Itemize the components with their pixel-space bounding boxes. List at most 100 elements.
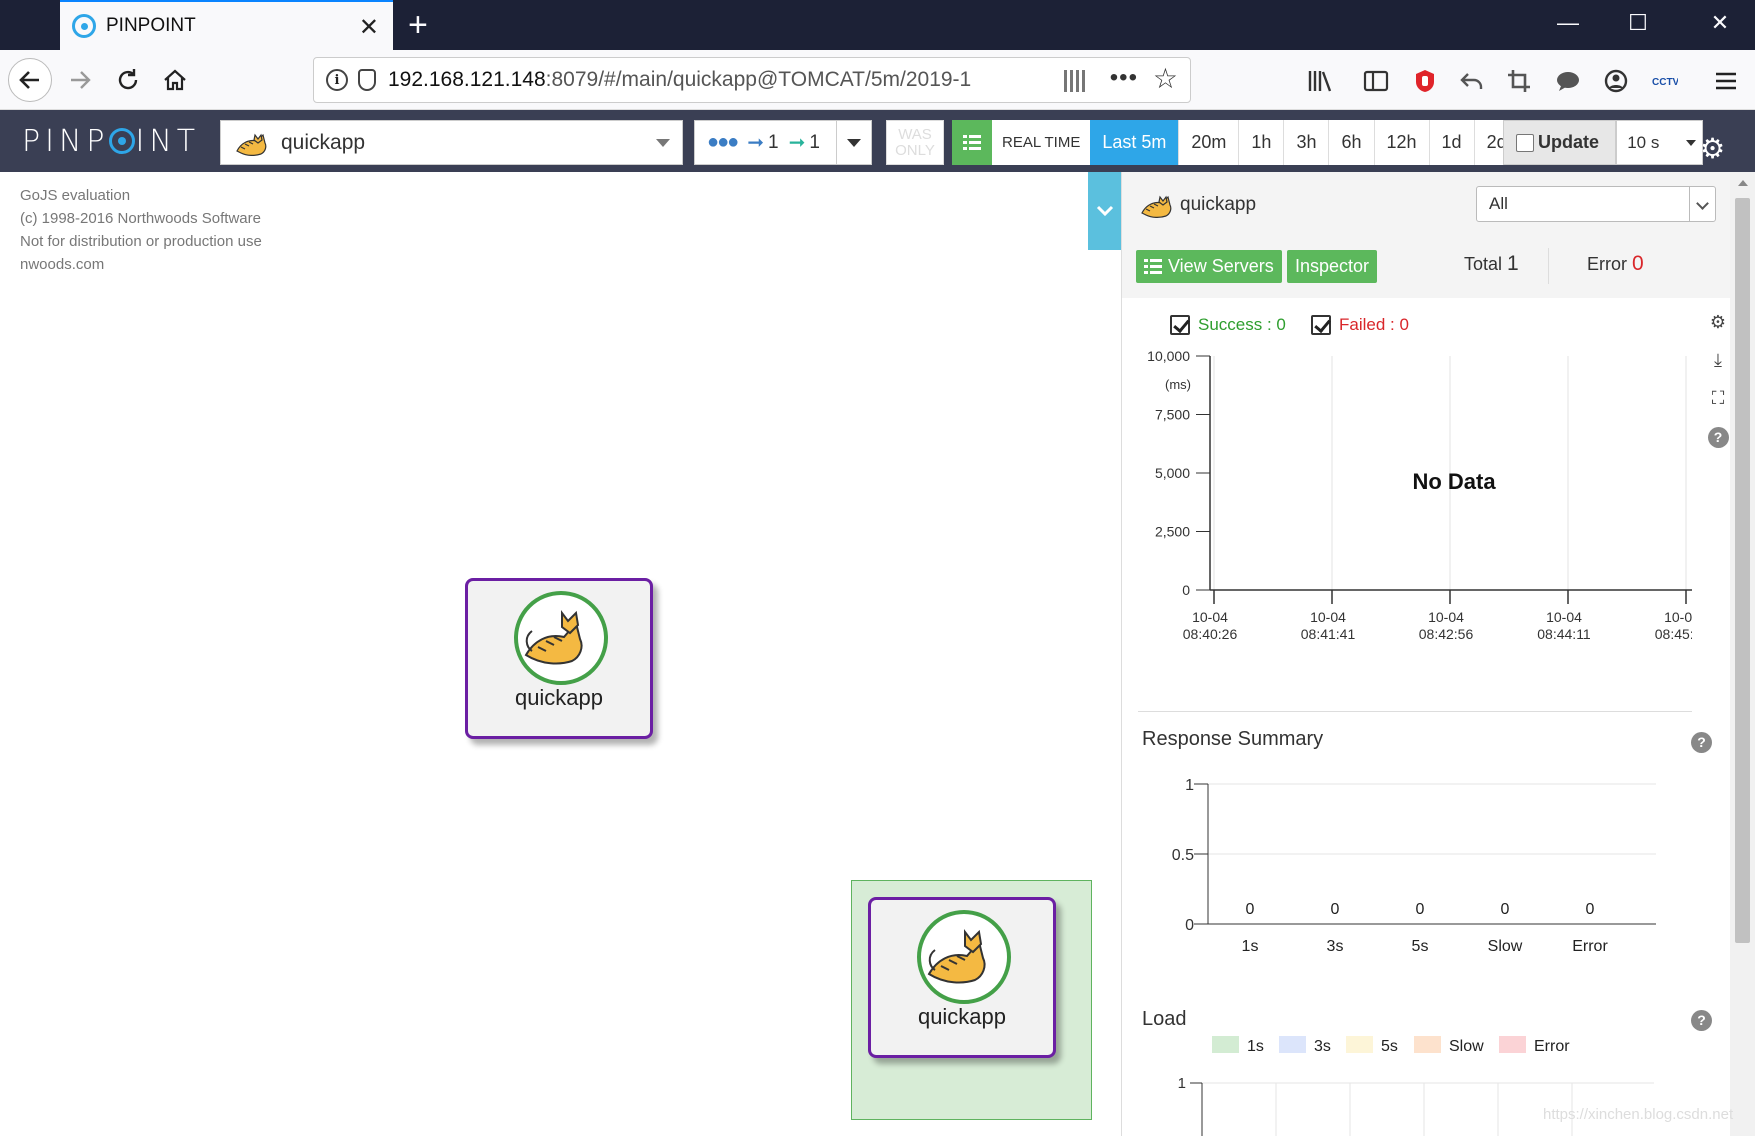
- update-checkbox[interactable]: [1516, 133, 1534, 152]
- pinpoint-logo[interactable]: PINP INT: [22, 124, 200, 159]
- browser-tab[interactable]: PINPOINT ✕: [60, 0, 393, 50]
- time-range-6h[interactable]: 6h: [1329, 120, 1375, 165]
- time-range-buttons: Last 5m 20m 1h 3h 6h 12h 1d 2d: [1090, 120, 1520, 165]
- download-icon[interactable]: ⤓: [1706, 350, 1730, 388]
- inspector-button[interactable]: Inspector: [1287, 250, 1378, 283]
- chevron-down-icon: [1689, 187, 1715, 221]
- update-label: Update: [1538, 132, 1600, 152]
- view-servers-button[interactable]: View Servers: [1136, 250, 1282, 283]
- agent-filter-select[interactable]: All: [1476, 186, 1716, 222]
- chevron-down-icon: [656, 139, 670, 147]
- y-tick-label: 5,000: [1155, 465, 1190, 481]
- site-info-icon[interactable]: i: [326, 69, 348, 91]
- window-maximize-button[interactable]: ☐: [1618, 10, 1658, 36]
- chevron-down-icon: [1686, 140, 1696, 146]
- error-count: Error 0: [1587, 252, 1644, 275]
- x-tick-date: 10-04: [1546, 609, 1582, 625]
- watermark: https://xinchen.blog.csdn.net: [1543, 1106, 1734, 1123]
- tab-title: PINPOINT: [106, 15, 196, 36]
- tomcat-icon: [1141, 195, 1172, 218]
- map-node-quickapp[interactable]: quickapp: [465, 578, 653, 739]
- library-icon[interactable]: [1303, 64, 1337, 98]
- back-button[interactable]: [8, 58, 52, 102]
- undo-icon[interactable]: [1455, 64, 1489, 98]
- load-title: Load: [1142, 1008, 1187, 1030]
- time-range-20m[interactable]: 20m: [1179, 120, 1240, 165]
- collapse-panel-button[interactable]: [1088, 172, 1122, 250]
- url-text[interactable]: 192.168.121.148:8079/#/main/quickapp@TOM…: [388, 68, 1028, 92]
- time-range-1h[interactable]: 1h: [1239, 120, 1285, 165]
- response-summary-chart: 1 0.5 0 0 1s 0 3s 0 5s 0 Slow 0 Error: [1172, 777, 1656, 955]
- scatter-settings-gear-icon[interactable]: ⚙: [1706, 312, 1730, 350]
- fullscreen-icon[interactable]: ⛶: [1706, 388, 1730, 426]
- update-toggle[interactable]: Update: [1503, 120, 1617, 165]
- x-tick-time: 08:40:26: [1183, 626, 1238, 642]
- time-range-toolbar: REAL TIME Last 5m 20m 1h 3h 6h 12h 1d 2d: [952, 120, 1520, 165]
- y-tick-label: 2,500: [1155, 524, 1190, 540]
- panel-scrollbar[interactable]: [1730, 172, 1755, 1136]
- tomcat-icon: [917, 910, 1011, 1004]
- pinpoint-navbar: PINP INT quickapp ●●● ➞ 1 ➞ 1 WAS ONLY RE…: [0, 110, 1755, 172]
- new-tab-button[interactable]: +: [408, 6, 428, 45]
- response-summary-help-icon[interactable]: ?: [1691, 732, 1712, 753]
- bar-value-label: 0: [1331, 901, 1340, 918]
- browser-toolbar: i 192.168.121.148:8079/#/main/quickapp@T…: [0, 50, 1755, 110]
- window-close-button[interactable]: ✕: [1700, 10, 1740, 36]
- time-range-1d[interactable]: 1d: [1429, 120, 1475, 165]
- update-interval-select[interactable]: 10 s: [1616, 120, 1703, 165]
- page-actions-icon[interactable]: •••: [1110, 64, 1138, 92]
- inbound-depth-value: 1: [768, 131, 779, 153]
- response-time-scatter-chart[interactable]: 10,000(ms)7,5005,0002,500010-0408:40:261…: [1132, 350, 1692, 680]
- success-filter-checkbox[interactable]: Success : 0: [1170, 315, 1286, 335]
- qr-code-icon[interactable]: [1064, 70, 1086, 92]
- node-depth-icon: ●●●: [707, 131, 739, 153]
- chevron-down-icon[interactable]: [847, 139, 861, 147]
- application-selector[interactable]: quickapp: [220, 120, 683, 165]
- settings-gear-icon[interactable]: ⚙: [1700, 132, 1725, 165]
- svg-text:CCTV: CCTV: [1652, 77, 1678, 88]
- time-range-3h[interactable]: 3h: [1284, 120, 1330, 165]
- home-button[interactable]: [155, 60, 195, 100]
- hamburger-menu-icon[interactable]: [1709, 64, 1743, 98]
- category-label: 1s: [1242, 938, 1259, 955]
- realtime-button[interactable]: REAL TIME: [992, 120, 1090, 165]
- scroll-thumb[interactable]: [1735, 198, 1750, 943]
- search-depth-selector[interactable]: ●●● ➞ 1 ➞ 1: [694, 120, 872, 165]
- tab-close-icon[interactable]: ✕: [359, 13, 379, 42]
- bar-value-label: 0: [1586, 901, 1595, 918]
- outbound-depth-value: 1: [809, 131, 820, 153]
- chat-icon[interactable]: [1551, 64, 1585, 98]
- crop-screenshot-icon[interactable]: [1502, 64, 1536, 98]
- reload-button[interactable]: [108, 60, 148, 100]
- sidebar-toggle-icon[interactable]: [1359, 64, 1393, 98]
- address-bar[interactable]: i 192.168.121.148:8079/#/main/quickapp@T…: [313, 57, 1191, 103]
- scatter-tools: ⚙ ⤓ ⛶ ?: [1706, 312, 1730, 464]
- gojs-evaluation-notice: GoJS evaluation (c) 1998-2016 Northwoods…: [20, 187, 262, 273]
- was-only-toggle[interactable]: WAS ONLY: [886, 120, 944, 165]
- outbound-arrow-icon: ➞: [788, 132, 806, 154]
- load-help-icon[interactable]: ?: [1691, 1010, 1712, 1031]
- window-minimize-button[interactable]: —: [1548, 10, 1588, 36]
- scatter-help-icon[interactable]: ?: [1706, 426, 1730, 464]
- legend-swatch: [1346, 1036, 1373, 1053]
- y-tick-label: 0: [1185, 917, 1194, 934]
- scroll-up-icon[interactable]: [1738, 180, 1748, 186]
- time-range-12h[interactable]: 12h: [1374, 120, 1430, 165]
- map-node-quickapp-selected[interactable]: quickapp: [868, 897, 1056, 1058]
- x-tick-date: 10-04: [1664, 609, 1692, 625]
- category-label: 5s: [1412, 938, 1429, 955]
- x-tick-date: 10-04: [1192, 609, 1228, 625]
- account-icon[interactable]: [1599, 64, 1633, 98]
- list-view-button[interactable]: [952, 120, 992, 165]
- category-label: 3s: [1327, 938, 1344, 955]
- legend-label: 1s: [1247, 1038, 1264, 1055]
- time-range-last-5m[interactable]: Last 5m: [1090, 120, 1180, 165]
- tracking-shield-icon[interactable]: [358, 69, 376, 91]
- failed-filter-checkbox[interactable]: Failed : 0: [1311, 315, 1409, 335]
- cctv-extension-icon[interactable]: CCTV: [1648, 64, 1682, 98]
- bar-value-label: 0: [1501, 901, 1510, 918]
- forward-button[interactable]: [60, 60, 100, 100]
- back-arrow-icon: [19, 71, 39, 89]
- bookmark-star-icon[interactable]: ☆: [1153, 62, 1178, 95]
- ublock-icon[interactable]: [1408, 64, 1442, 98]
